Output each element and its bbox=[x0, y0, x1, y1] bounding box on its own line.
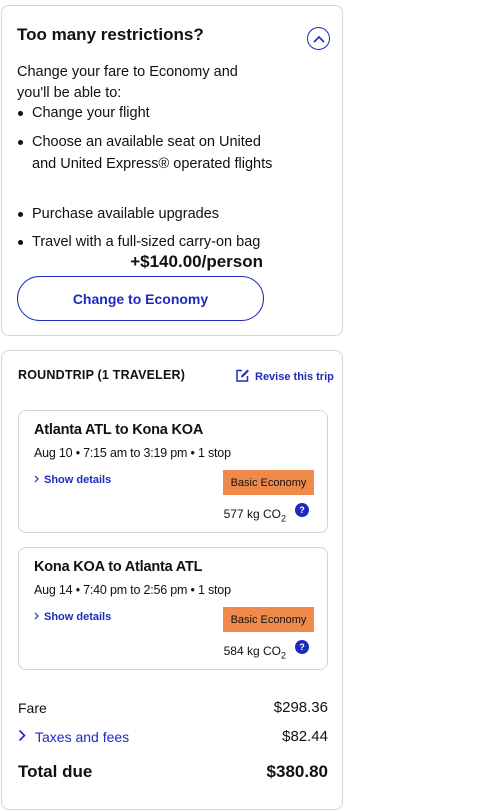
show-details-link[interactable]: Show details bbox=[34, 474, 111, 486]
chevron-up-icon[interactable] bbox=[307, 27, 330, 50]
taxes-toggle[interactable]: Taxes and fees bbox=[18, 729, 129, 745]
revise-trip-link[interactable]: Revise this trip bbox=[235, 368, 334, 386]
benefit-item: Choose an available seat on United and U… bbox=[17, 132, 277, 204]
benefit-item: Change your flight bbox=[17, 103, 277, 132]
chevron-right-icon bbox=[18, 729, 26, 745]
fare-value: $298.36 bbox=[273, 699, 328, 716]
show-details-label: Show details bbox=[44, 474, 112, 486]
fare-label: Fare bbox=[18, 699, 47, 716]
upsell-title: Too many restrictions? bbox=[17, 25, 204, 44]
benefit-item: Purchase available upgrades bbox=[17, 204, 277, 232]
benefit-item: Travel with a full-sized carry-on bag bbox=[17, 232, 277, 254]
revise-trip-label: Revise this trip bbox=[255, 371, 334, 383]
total-label: Total due bbox=[18, 762, 93, 781]
co2-emissions: 577 kg CO2 bbox=[223, 507, 286, 524]
help-icon[interactable]: ? bbox=[295, 503, 309, 517]
chevron-right-icon bbox=[34, 611, 39, 623]
edit-icon bbox=[235, 368, 250, 386]
fare-row: Fare $298.36 bbox=[18, 699, 328, 716]
flight-segment: Atlanta ATL to Kona KOA Aug 10 • 7:15 am… bbox=[18, 410, 328, 533]
help-icon[interactable]: ? bbox=[295, 640, 309, 654]
benefits-list: Change your flight Choose an available s… bbox=[17, 103, 277, 254]
flight-segment: Kona KOA to Atlanta ATL Aug 14 • 7:40 pm… bbox=[18, 547, 328, 670]
total-row: Total due $380.80 bbox=[18, 762, 328, 782]
segment-route: Atlanta ATL to Kona KOA bbox=[34, 422, 204, 438]
upsell-card: Too many restrictions? Change your fare … bbox=[1, 5, 343, 336]
fare-class-badge: Basic Economy bbox=[223, 470, 314, 495]
segment-route: Kona KOA to Atlanta ATL bbox=[34, 559, 203, 575]
trip-summary-card: ROUNDTRIP (1 TRAVELER) Revise this trip … bbox=[1, 350, 343, 810]
segment-time: Aug 10 • 7:15 am to 3:19 pm • 1 stop bbox=[34, 446, 231, 460]
total-value: $380.80 bbox=[266, 762, 328, 781]
show-details-label: Show details bbox=[44, 611, 112, 623]
co2-emissions: 584 kg CO2 bbox=[223, 644, 286, 661]
taxes-row: Taxes and fees $82.44 bbox=[18, 728, 328, 745]
change-to-economy-button[interactable]: Change to Economy bbox=[17, 276, 264, 321]
segment-time: Aug 14 • 7:40 pm to 2:56 pm • 1 stop bbox=[34, 583, 231, 597]
chevron-right-icon bbox=[34, 474, 39, 486]
trip-heading: ROUNDTRIP (1 TRAVELER) bbox=[18, 368, 186, 382]
fare-class-badge: Basic Economy bbox=[223, 607, 314, 632]
upgrade-price: +$140.00/person bbox=[130, 252, 263, 271]
taxes-label: Taxes and fees bbox=[35, 728, 130, 745]
upsell-intro: Change your fare to Economy and you'll b… bbox=[17, 64, 238, 101]
taxes-value: $82.44 bbox=[282, 728, 328, 745]
show-details-link[interactable]: Show details bbox=[34, 611, 111, 623]
